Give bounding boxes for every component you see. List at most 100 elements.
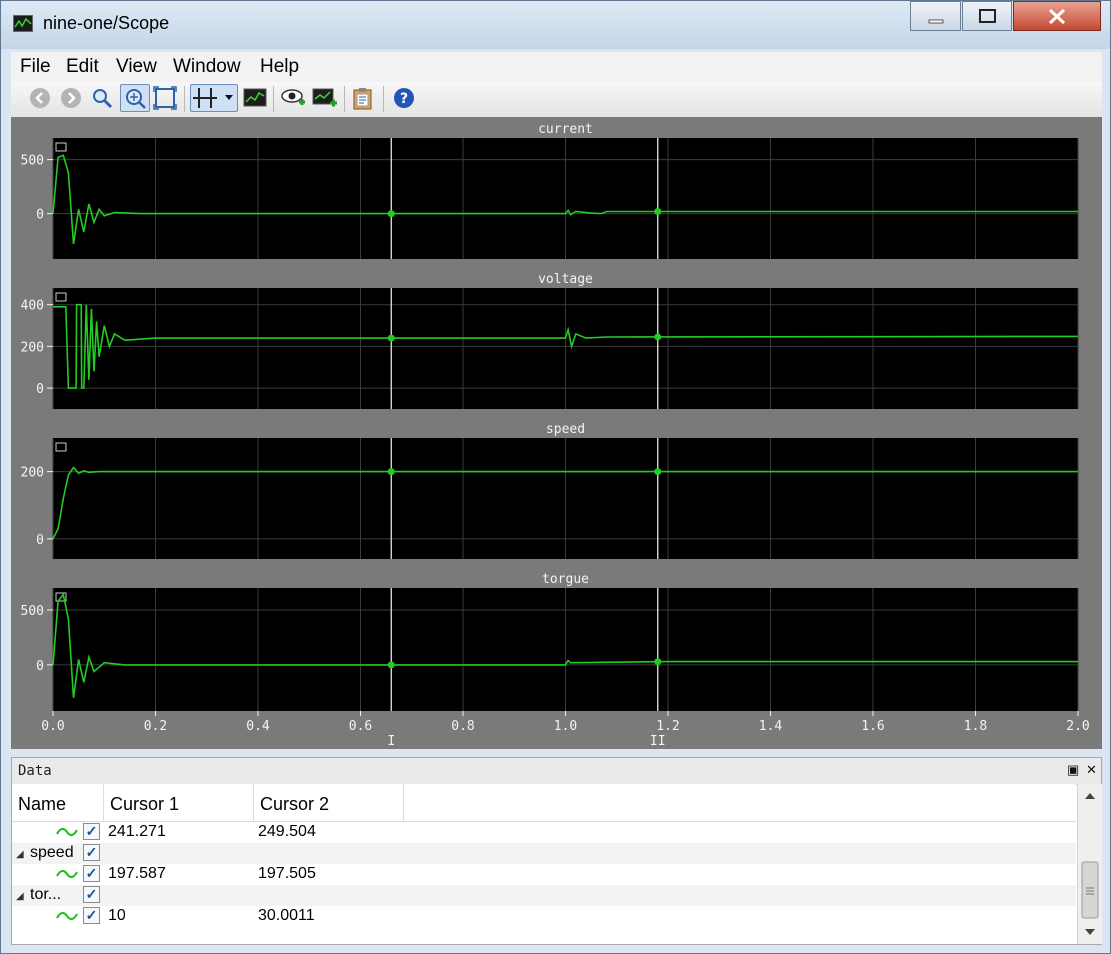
group-checkbox[interactable]: ✓ bbox=[83, 886, 100, 903]
signal-wave-icon bbox=[56, 828, 78, 836]
scroll-thumb bbox=[1081, 861, 1099, 919]
scroll-up-icon bbox=[1085, 793, 1095, 799]
x-tick-label: 0.6 bbox=[349, 719, 372, 734]
forward-icon[interactable] bbox=[59, 86, 83, 110]
toolbar-separator bbox=[184, 86, 185, 112]
data-panel-title: Data bbox=[18, 763, 52, 779]
y-tick-label: 0 bbox=[36, 533, 44, 548]
maximize-button[interactable] bbox=[962, 1, 1012, 31]
cursor-marker bbox=[387, 661, 395, 669]
cursor-2-value: 30.0011 bbox=[258, 907, 315, 924]
expand-triangle-icon[interactable]: ◢ bbox=[16, 849, 24, 860]
menu-bar: File Edit View Window Help bbox=[11, 52, 1102, 82]
cursor-marker bbox=[387, 334, 395, 342]
cursor-marker bbox=[654, 207, 662, 215]
y-tick-label: 500 bbox=[21, 604, 44, 619]
x-tick-label: 1.0 bbox=[554, 719, 577, 734]
group-checkbox[interactable]: ✓ bbox=[83, 844, 100, 861]
menu-help[interactable]: Help bbox=[260, 56, 299, 78]
cursor-2-value: 197.505 bbox=[258, 865, 316, 882]
signal-wave-icon bbox=[56, 912, 78, 920]
menu-window[interactable]: Window bbox=[173, 56, 241, 78]
cursor-marker bbox=[387, 468, 395, 476]
signal-row[interactable]: ✓ 241.271 249.504 bbox=[12, 822, 1076, 843]
menu-view[interactable]: View bbox=[116, 56, 157, 78]
y-tick-label: 0 bbox=[36, 208, 44, 223]
x-tick-label: 1.6 bbox=[861, 719, 884, 734]
minimize-button[interactable] bbox=[910, 1, 961, 31]
column-cursor-2[interactable]: Cursor 2 bbox=[254, 784, 404, 822]
plot-title: current bbox=[538, 122, 593, 137]
x-tick-label: 0.0 bbox=[41, 719, 64, 734]
cursor-1-value: 241.271 bbox=[108, 823, 166, 840]
cursor-tool-icon[interactable] bbox=[190, 84, 238, 112]
eye-add-icon[interactable] bbox=[281, 86, 307, 110]
x-tick-label: 1.2 bbox=[656, 719, 679, 734]
y-tick-label: 400 bbox=[21, 299, 44, 314]
x-tick-label: 0.2 bbox=[144, 719, 167, 734]
x-tick-label: 1.8 bbox=[964, 719, 987, 734]
clipboard-icon[interactable] bbox=[351, 86, 377, 110]
signal-row[interactable]: ✓ 197.587 197.505 bbox=[12, 864, 1076, 885]
x-tick-label: 0.8 bbox=[451, 719, 474, 734]
svg-text:?: ? bbox=[400, 91, 408, 107]
cursor-marker bbox=[387, 210, 395, 218]
menu-file[interactable]: File bbox=[20, 56, 51, 78]
signal-row[interactable]: ✓ 10 30.0011 bbox=[12, 906, 1076, 927]
close-panel-icon[interactable]: ✕ bbox=[1086, 762, 1097, 778]
signal-checkbox[interactable]: ✓ bbox=[83, 907, 100, 924]
scope-app-icon bbox=[13, 15, 33, 32]
toolbar: ? bbox=[11, 82, 1102, 118]
plot-title: voltage bbox=[538, 272, 593, 287]
scope-plot-area[interactable]: 500 0 current 400 200 0 voltage 200 0 speed 500 0 to… bbox=[11, 117, 1102, 749]
cursor-marker bbox=[654, 658, 662, 666]
cursor-marker bbox=[654, 333, 662, 341]
column-empty bbox=[404, 784, 1076, 822]
back-icon[interactable] bbox=[28, 86, 52, 110]
column-cursor-1[interactable]: Cursor 1 bbox=[104, 784, 254, 822]
group-row[interactable]: ◢ tor... ✓ bbox=[12, 885, 1076, 906]
cursor-label: II bbox=[650, 734, 666, 749]
column-name[interactable]: Name bbox=[12, 784, 104, 822]
signal-checkbox[interactable]: ✓ bbox=[83, 865, 100, 882]
float-panel-icon[interactable]: ▣ bbox=[1067, 762, 1079, 778]
toolbar-separator bbox=[383, 86, 384, 112]
cursor-marker bbox=[654, 468, 662, 476]
cursor-1-value: 10 bbox=[108, 907, 126, 924]
group-name: speed bbox=[30, 844, 74, 861]
data-panel: Data ▣ ✕ Name Cursor 1 Cursor 2 ✓ 241.27… bbox=[11, 757, 1102, 945]
menu-edit[interactable]: Edit bbox=[66, 56, 99, 78]
y-tick-label: 0 bbox=[36, 382, 44, 397]
data-panel-header: Data ▣ ✕ bbox=[12, 758, 1101, 785]
group-row[interactable]: ◢ speed ✓ bbox=[12, 843, 1076, 864]
cursor-label: I bbox=[387, 734, 395, 749]
plot-add-icon[interactable] bbox=[312, 86, 338, 110]
zoom-box-icon[interactable] bbox=[153, 86, 177, 110]
x-tick-label: 0.4 bbox=[246, 719, 270, 734]
vertical-scrollbar[interactable] bbox=[1077, 784, 1102, 944]
cursor-2-value: 249.504 bbox=[258, 823, 316, 840]
toolbar-separator bbox=[273, 86, 274, 112]
window-title: nine-one/Scope bbox=[43, 13, 170, 33]
zoom-fit-icon[interactable] bbox=[120, 84, 150, 112]
title-bar[interactable]: nine-one/Scope bbox=[1, 1, 1110, 49]
plot-title: speed bbox=[546, 422, 585, 437]
scope-plots[interactable]: 500 0 current 400 200 0 voltage 200 0 speed 500 0 to… bbox=[11, 117, 1102, 749]
scope-window: nine-one/Scope File Edit View Window Hel… bbox=[0, 0, 1111, 954]
signal-checkbox[interactable]: ✓ bbox=[83, 823, 100, 840]
plot-title: torgue bbox=[542, 572, 589, 587]
y-tick-label: 200 bbox=[21, 340, 44, 355]
expand-triangle-icon[interactable]: ◢ bbox=[16, 891, 24, 902]
scope-view-icon[interactable] bbox=[242, 86, 268, 110]
help-icon[interactable]: ? bbox=[392, 86, 416, 110]
y-tick-label: 200 bbox=[21, 466, 44, 481]
x-tick-label: 2.0 bbox=[1066, 719, 1089, 734]
x-tick-label: 1.4 bbox=[759, 719, 783, 734]
group-name: tor... bbox=[30, 886, 62, 903]
zoom-icon[interactable] bbox=[90, 86, 114, 110]
close-button[interactable] bbox=[1013, 1, 1101, 31]
y-tick-label: 500 bbox=[21, 154, 44, 169]
cursor-1-value: 197.587 bbox=[108, 865, 166, 882]
toolbar-separator bbox=[344, 86, 345, 112]
y-tick-label: 0 bbox=[36, 659, 44, 674]
